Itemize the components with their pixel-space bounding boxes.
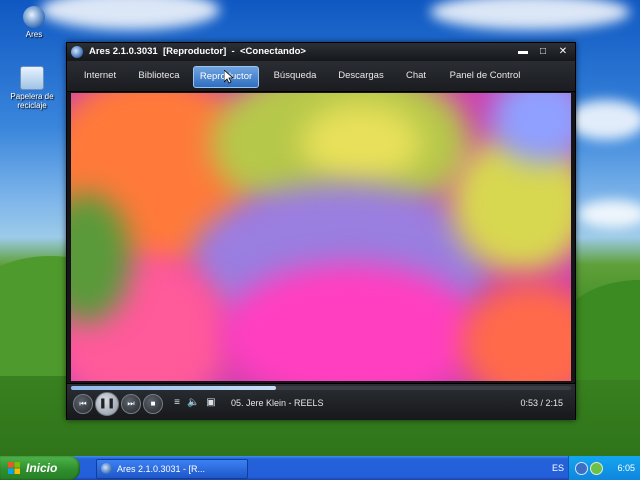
desktop-icon-label: Ares xyxy=(25,30,43,39)
playback-time: 0:53 / 2:15 xyxy=(520,398,563,408)
volume-icon[interactable]: 🔈 xyxy=(187,397,199,409)
desktop-icon-label: Papelera de reciclaje xyxy=(10,92,54,110)
tab-busqueda[interactable]: Búsqueda xyxy=(269,66,321,86)
wallpaper-cloud xyxy=(40,0,220,30)
desktop-icon-ares[interactable]: Ares xyxy=(8,6,60,39)
tab-internet[interactable]: Internet xyxy=(77,66,123,86)
window-title: Ares 2.1.0.3031 [Reproductor] - <Conecta… xyxy=(89,46,306,57)
tab-biblioteca[interactable]: Biblioteca xyxy=(133,66,185,86)
player-controls: ⏮ ❚❚ ⏭ ■ ≡ 🔈 ▣ 05. Jere Klein - REELS 0:… xyxy=(67,383,575,420)
tab-descargas[interactable]: Descargas xyxy=(333,66,389,86)
pause-button[interactable]: ❚❚ xyxy=(95,392,119,416)
fullscreen-icon[interactable]: ▣ xyxy=(205,397,217,409)
stop-button[interactable]: ■ xyxy=(143,394,163,414)
ares-window: Ares 2.1.0.3031 [Reproductor] - <Conecta… xyxy=(66,42,576,420)
video-frame-region xyxy=(461,283,571,381)
wallpaper-cloud xyxy=(566,100,640,140)
tab-panel-de-control[interactable]: Panel de Control xyxy=(445,66,525,86)
taskbar-item-label: Ares 2.1.0.3031 - [R... xyxy=(117,464,206,474)
now-playing-title: 05. Jere Klein - REELS xyxy=(231,398,324,408)
window-titlebar[interactable]: Ares 2.1.0.3031 [Reproductor] - <Conecta… xyxy=(67,43,575,61)
tab-chat[interactable]: Chat xyxy=(401,66,431,86)
taskbar-item-ares[interactable]: Ares 2.1.0.3031 - [R... xyxy=(96,459,248,479)
ares-logo-icon xyxy=(71,46,83,58)
main-tabbar: Internet Biblioteca Reproductor Búsqueda… xyxy=(67,61,575,92)
network-icon[interactable] xyxy=(590,462,603,475)
recycle-bin-icon xyxy=(20,66,44,90)
video-display[interactable] xyxy=(71,93,571,381)
desktop-icon-recycle-bin[interactable]: Papelera de reciclaje xyxy=(6,66,58,110)
mouse-cursor-icon xyxy=(224,70,234,84)
ares-logo-icon xyxy=(101,463,112,474)
playlist-icon[interactable]: ≡ xyxy=(171,397,183,409)
clock: 6:05 xyxy=(617,463,635,473)
start-label: Inicio xyxy=(26,461,58,475)
tray-app-icon[interactable] xyxy=(575,462,588,475)
taskbar: Inicio Ares 2.1.0.3031 - [R... ES 6:05 xyxy=(0,456,640,480)
start-button[interactable]: Inicio xyxy=(0,456,80,480)
system-tray: 6:05 xyxy=(568,456,640,480)
seek-bar[interactable] xyxy=(71,386,571,390)
video-frame-region xyxy=(301,103,421,183)
windows-flag-icon xyxy=(8,462,20,474)
next-button[interactable]: ⏭ xyxy=(121,394,141,414)
wallpaper-cloud xyxy=(578,200,640,228)
seek-bar-progress xyxy=(71,386,276,390)
wallpaper-cloud xyxy=(430,0,630,30)
ares-shortcut-icon xyxy=(23,6,45,28)
maximize-button[interactable]: □ xyxy=(535,45,551,59)
previous-button[interactable]: ⏮ xyxy=(73,394,93,414)
language-indicator[interactable]: ES xyxy=(548,456,568,480)
minimize-button[interactable]: ▬ xyxy=(515,45,531,59)
close-button[interactable]: ✕ xyxy=(555,45,571,59)
